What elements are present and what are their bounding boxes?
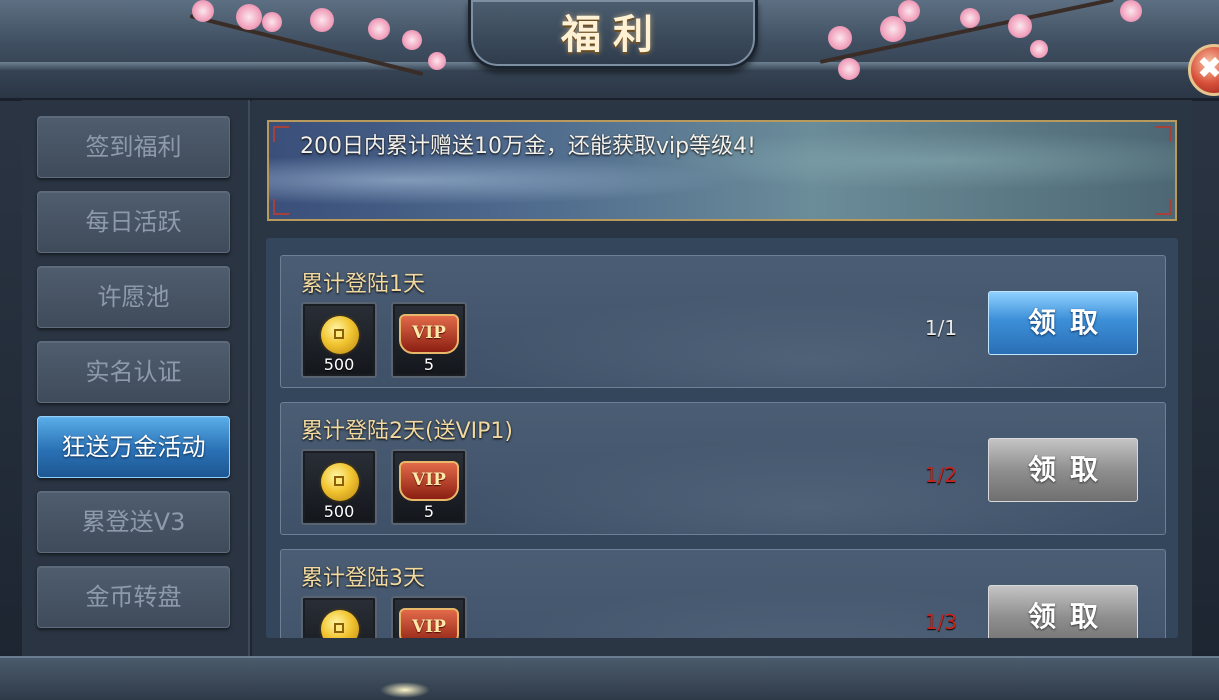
reward-title: 累计登陆2天(送VIP1): [301, 419, 513, 444]
reward-item-vip[interactable]: VIP 5: [391, 449, 467, 525]
sidebar-item-daily-active[interactable]: 每日活跃: [37, 191, 230, 253]
reward-title: 累计登陆3天: [301, 566, 425, 591]
sidebar-item-real-name-auth[interactable]: 实名认证: [37, 341, 230, 403]
reward-item-vip[interactable]: VIP: [391, 596, 467, 638]
sidebar-item-wishing-pool[interactable]: 许愿池: [37, 266, 230, 328]
sidebar-item-gold-giveaway-event[interactable]: 狂送万金活动: [37, 416, 230, 478]
claim-button-disabled[interactable]: 领取: [988, 438, 1138, 502]
item-count: 500: [323, 502, 355, 521]
sidebar-item-login-vip3[interactable]: 累登送V3: [37, 491, 230, 553]
gold-coin-icon: [321, 316, 359, 354]
gold-coin-icon: [321, 610, 359, 638]
claim-button-disabled[interactable]: 领取: [988, 585, 1138, 638]
sidebar-item-sign-in-welfare[interactable]: 签到福利: [37, 116, 230, 178]
item-count: 5: [423, 355, 435, 374]
vip-emblem-icon: VIP: [399, 608, 459, 638]
reward-row: 累计登陆3天 VIP 1/3 领取: [280, 549, 1166, 638]
reward-row: 累计登陆2天(送VIP1) 500 VIP 5 1/2 领取: [280, 402, 1166, 535]
sidebar-item-coin-wheel[interactable]: 金币转盘: [37, 566, 230, 628]
item-count: 500: [323, 355, 355, 374]
bottom-bar: [0, 656, 1219, 700]
reward-item-gold[interactable]: 500: [301, 449, 377, 525]
vip-emblem-icon: VIP: [399, 314, 459, 354]
vip-emblem-icon: VIP: [399, 461, 459, 501]
reward-item-gold[interactable]: [301, 596, 377, 638]
sparkle-decoration: [380, 682, 430, 698]
progress-text: 1/3: [924, 610, 958, 634]
window-title: 福利: [561, 11, 665, 58]
claim-button[interactable]: 领取: [988, 291, 1138, 355]
reward-title: 累计登陆1天: [301, 272, 425, 297]
item-count: 5: [423, 502, 435, 521]
reward-item-gold[interactable]: 500: [301, 302, 377, 378]
gold-coin-icon: [321, 463, 359, 501]
reward-row: 累计登陆1天 500 VIP 5 1/1 领取: [280, 255, 1166, 388]
banner-text: 200日内累计赠送10万金，还能获取vip等级4!: [300, 134, 756, 159]
reward-list[interactable]: 累计登陆1天 500 VIP 5 1/1 领取 累计登陆2天(送VIP1) 50…: [266, 238, 1178, 638]
close-icon: ✖: [1197, 51, 1219, 86]
progress-text: 1/1: [924, 316, 958, 340]
reward-item-vip[interactable]: VIP 5: [391, 302, 467, 378]
title-plaque: 福利: [468, 0, 758, 69]
progress-text: 1/2: [924, 463, 958, 487]
